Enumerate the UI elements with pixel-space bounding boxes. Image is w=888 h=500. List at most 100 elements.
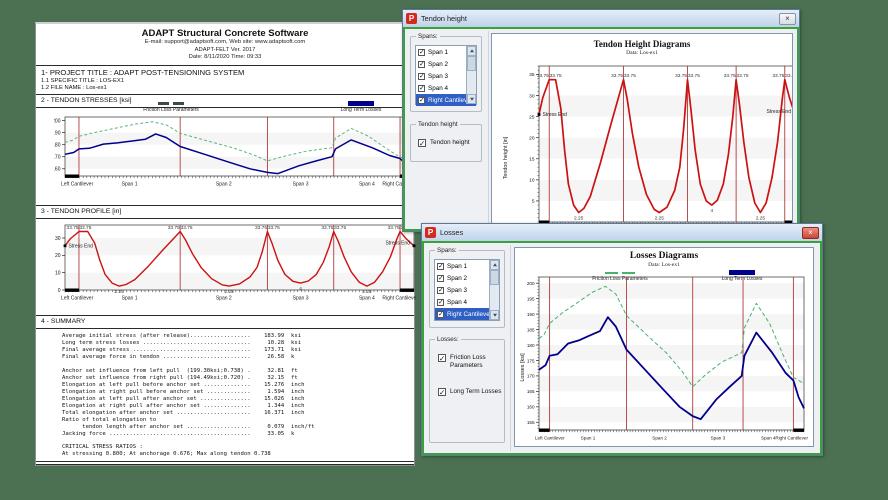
svg-text:Span 1: Span 1 xyxy=(122,296,138,302)
svg-text:33.75: 33.75 xyxy=(611,73,623,79)
chart-subtitle: Data: Los-ex1 xyxy=(515,262,813,268)
specific-title-line: 1.1 SPECIFIC TITLE : LOS-EX1 xyxy=(41,78,124,84)
svg-text:160: 160 xyxy=(54,167,61,173)
version-line: ADAPT-FELT Ver. 2017 xyxy=(36,47,414,55)
losses-window: P Losses × Spans: ✓Span 1 ✓Span 2 ✓Span … xyxy=(421,223,823,456)
checkbox-checked-icon[interactable]: ✓ xyxy=(437,275,444,282)
svg-text:Span 4: Span 4 xyxy=(359,182,375,188)
svg-text:190: 190 xyxy=(54,130,61,136)
svg-text:Left Cantilever: Left Cantilever xyxy=(61,296,94,302)
svg-text:Span 4: Span 4 xyxy=(761,436,776,441)
svg-text:0: 0 xyxy=(58,288,61,294)
checkbox-checked-icon[interactable]: ✓ xyxy=(418,85,425,92)
svg-text:20: 20 xyxy=(55,253,61,259)
spans-groupbox: Spans: ✓Span 1 ✓Span 2 ✓Span 3 ✓Span 4 ✓… xyxy=(410,36,482,112)
svg-text:33.75: 33.75 xyxy=(688,73,700,79)
divider xyxy=(36,315,414,316)
checkbox-checked-icon[interactable]: ✓ xyxy=(437,311,444,318)
svg-text:Stress End: Stress End xyxy=(69,243,94,249)
date-line: Date: 8/11/2020 Time: 09:33 xyxy=(36,54,414,62)
svg-text:20: 20 xyxy=(529,135,535,141)
svg-text:Left Cantilever: Left Cantilever xyxy=(535,436,565,441)
tendon-height-window: P Tendon height × Spans: ✓Span 1 ✓Span 2… xyxy=(402,9,800,232)
contact-line: E-mail: support@adaptsoft.com, Web site:… xyxy=(36,39,414,47)
svg-text:Right Cantilever: Right Cantilever xyxy=(382,296,416,302)
svg-text:5: 5 xyxy=(532,199,535,205)
svg-text:200: 200 xyxy=(54,118,61,124)
adapt-app-icon: P xyxy=(406,13,417,24)
svg-text:33.75: 33.75 xyxy=(79,225,91,231)
svg-text:Span 3: Span 3 xyxy=(293,182,309,188)
tendon-height-diagram: 5101520253035Left CantileverSpan 1Span 2… xyxy=(500,60,793,227)
critical-ratios-text: CRITICAL STRESS RATIOS : At stressing 0.… xyxy=(62,444,271,458)
svg-text:Losses [ksi]: Losses [ksi] xyxy=(520,353,526,382)
summary-text: Average initial stress (after release)..… xyxy=(62,333,315,438)
close-button[interactable]: × xyxy=(802,227,819,239)
checkbox-checked-icon[interactable]: ✓ xyxy=(437,263,444,270)
spans-scrollbar[interactable] xyxy=(489,260,499,320)
svg-text:33.75: 33.75 xyxy=(550,73,562,79)
svg-text:Stress End: Stress End xyxy=(386,240,411,246)
tendon-height-chart-panel: Tendon Height Diagrams Data: Los-ex1 510… xyxy=(491,33,793,227)
svg-text:180: 180 xyxy=(527,343,535,348)
checkbox-checked-icon[interactable]: ✓ xyxy=(418,97,425,104)
svg-text:15: 15 xyxy=(529,157,535,163)
svg-text:35: 35 xyxy=(529,72,535,78)
long-term-losses-checkbox-row[interactable]: ✓ Long Term Losses xyxy=(438,388,502,396)
svg-text:Span 3: Span 3 xyxy=(293,296,309,302)
checkbox-checked-icon[interactable]: ✓ xyxy=(418,73,425,80)
checkbox-checked-icon[interactable]: ✓ xyxy=(437,299,444,306)
friction-loss-checkbox-row[interactable]: ✓ Friction Loss Parameters xyxy=(438,354,502,369)
svg-text:Tendon height [in]: Tendon height [in] xyxy=(503,136,509,179)
checkbox-checked-icon[interactable]: ✓ xyxy=(418,49,425,56)
svg-text:33.75: 33.75 xyxy=(724,73,736,79)
svg-text:33.75: 33.75 xyxy=(772,73,784,79)
scroll-up-icon[interactable] xyxy=(467,46,476,56)
svg-text:33.75: 33.75 xyxy=(168,225,180,231)
svg-text:190: 190 xyxy=(527,312,535,317)
svg-text:Span 2: Span 2 xyxy=(216,296,232,302)
losses-titlebar[interactable]: P Losses × xyxy=(422,224,822,242)
svg-text:175: 175 xyxy=(527,358,535,363)
scrollbar-thumb[interactable] xyxy=(490,270,499,285)
scroll-down-icon[interactable] xyxy=(467,94,476,104)
scroll-down-icon[interactable] xyxy=(490,310,499,320)
divider xyxy=(36,461,414,462)
longterm-swatch-icon xyxy=(326,101,396,106)
divider xyxy=(36,464,414,465)
panel-separator xyxy=(510,245,511,451)
svg-text:2.25: 2.25 xyxy=(756,216,766,222)
svg-text:30: 30 xyxy=(55,236,61,242)
svg-text:30: 30 xyxy=(529,93,535,99)
tendon-height-checkbox-row[interactable]: ✓ Tendon height xyxy=(418,139,470,147)
scrollbar-thumb[interactable] xyxy=(467,56,476,71)
legend-longterm: Long Term Losses xyxy=(326,101,396,113)
losses-chart-panel: Losses Diagrams Data: Los-ex1 Friction L… xyxy=(514,247,814,447)
divider xyxy=(36,205,414,206)
panel-separator xyxy=(488,31,489,227)
spans-scrollbar[interactable] xyxy=(466,46,476,104)
divider xyxy=(36,328,414,329)
spans-listbox[interactable]: ✓Span 1 ✓Span 2 ✓Span 3 ✓Span 4 ✓Right C… xyxy=(415,45,477,105)
checkbox-checked-icon[interactable]: ✓ xyxy=(438,388,446,396)
chart-title: Losses Diagrams xyxy=(515,251,813,261)
checkbox-checked-icon[interactable]: ✓ xyxy=(438,354,446,362)
checkbox-checked-icon[interactable]: ✓ xyxy=(418,61,425,68)
svg-text:Right Cantilever: Right Cantilever xyxy=(775,436,808,441)
checkbox-checked-icon[interactable]: ✓ xyxy=(418,139,426,147)
svg-text:180: 180 xyxy=(54,142,61,148)
checkbox-checked-icon[interactable]: ✓ xyxy=(437,287,444,294)
tendon-height-window-title: Tendon height xyxy=(421,14,779,23)
svg-text:4: 4 xyxy=(299,286,302,292)
file-name-line: 1.2 FILE NAME : Los-ex1 xyxy=(41,85,107,91)
adapt-app-icon: P xyxy=(425,227,436,238)
svg-text:Stress End: Stress End xyxy=(543,112,568,118)
scroll-up-icon[interactable] xyxy=(490,260,499,270)
spans-listbox[interactable]: ✓Span 1 ✓Span 2 ✓Span 3 ✓Span 4 ✓Right C… xyxy=(434,259,500,321)
svg-text:2.25: 2.25 xyxy=(655,216,665,222)
svg-text:33.75: 33.75 xyxy=(624,73,636,79)
close-button[interactable]: × xyxy=(779,13,796,25)
tendon-height-titlebar[interactable]: P Tendon height × xyxy=(403,10,799,28)
software-title: ADAPT Structural Concrete Software xyxy=(36,28,414,39)
svg-text:10: 10 xyxy=(529,178,535,184)
